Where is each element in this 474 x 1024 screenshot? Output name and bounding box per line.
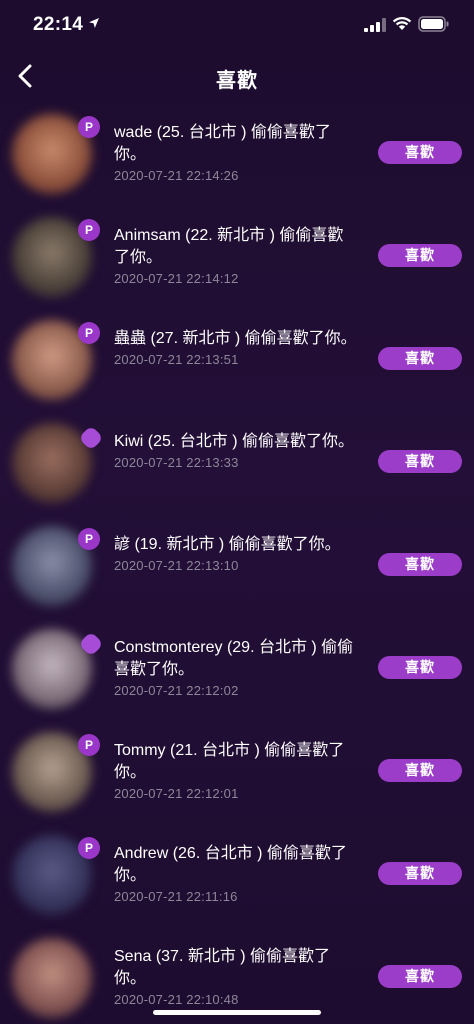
like-message: 蟲蟲 (27. 新北市 ) 偷偷喜歡了你。 bbox=[114, 330, 357, 347]
avatar[interactable] bbox=[12, 629, 92, 709]
like-message: 諺 (19. 新北市 ) 偷偷喜歡了你。 bbox=[114, 536, 341, 553]
navigation-bar: 喜歡 bbox=[0, 50, 474, 102]
vip-badge: P bbox=[78, 837, 100, 859]
vip-badge: P bbox=[78, 528, 100, 550]
like-back-button[interactable]: 喜歡 bbox=[378, 759, 462, 782]
like-timestamp: 2020-07-21 22:13:33 bbox=[114, 455, 239, 470]
like-timestamp: 2020-07-21 22:14:12 bbox=[114, 271, 239, 286]
like-back-button[interactable]: 喜歡 bbox=[378, 656, 462, 679]
list-item: P 蟲蟲 (27. 新北市 ) 偷偷喜歡了你。 2020-07-21 22:13… bbox=[0, 308, 474, 411]
like-back-button[interactable]: 喜歡 bbox=[378, 965, 462, 988]
like-back-button[interactable]: 喜歡 bbox=[378, 347, 462, 370]
battery-icon bbox=[418, 16, 449, 32]
list-item: P Tommy (21. 台北市 ) 偷偷喜歡了你。 2020-07-21 22… bbox=[0, 720, 474, 823]
list-item: P Andrew (26. 台北市 ) 偷偷喜歡了你。 2020-07-21 2… bbox=[0, 823, 474, 926]
like-message: Constmonterey (29. 台北市 ) 偷偷喜歡了你。 bbox=[114, 639, 354, 678]
vip-badge: P bbox=[78, 116, 100, 138]
like-message: Tommy (21. 台北市 ) 偷偷喜歡了你。 bbox=[114, 742, 345, 781]
list-item: P 諺 (19. 新北市 ) 偷偷喜歡了你。 2020-07-21 22:13:… bbox=[0, 514, 474, 617]
cellular-signal-icon bbox=[364, 18, 386, 32]
vip-badge: P bbox=[78, 322, 100, 344]
like-timestamp: 2020-07-21 22:14:26 bbox=[114, 168, 239, 183]
like-timestamp: 2020-07-21 22:11:16 bbox=[114, 889, 238, 904]
like-back-button[interactable]: 喜歡 bbox=[378, 553, 462, 576]
list-item: Kiwi (25. 台北市 ) 偷偷喜歡了你。 2020-07-21 22:13… bbox=[0, 411, 474, 514]
likes-list: P wade (25. 台北市 ) 偷偷喜歡了你。 2020-07-21 22:… bbox=[0, 102, 474, 1024]
vip-badge: P bbox=[78, 734, 100, 756]
like-message: Kiwi (25. 台北市 ) 偷偷喜歡了你。 bbox=[114, 433, 355, 450]
like-message: Animsam (22. 新北市 ) 偷偷喜歡了你。 bbox=[114, 227, 344, 266]
likes-screen: 22:14 喜歡 P wade (25. 台北市) 偷偷喜歡了你。 2020-… bbox=[0, 0, 474, 1024]
like-back-button[interactable]: 喜歡 bbox=[378, 141, 462, 164]
status-time: 22:14 bbox=[33, 14, 84, 35]
location-arrow-icon bbox=[89, 18, 99, 28]
status-bar: 22:14 bbox=[0, 0, 474, 50]
like-back-button[interactable]: 喜歡 bbox=[378, 862, 462, 885]
page-title: 喜歡 bbox=[216, 70, 258, 92]
like-timestamp: 2020-07-21 22:13:51 bbox=[114, 352, 239, 367]
like-message: wade (25. 台北市 ) 偷偷喜歡了你。 bbox=[114, 124, 331, 163]
like-back-button[interactable]: 喜歡 bbox=[378, 244, 462, 267]
vip-badge: P bbox=[78, 219, 100, 241]
like-timestamp: 2020-07-21 22:13:10 bbox=[114, 558, 239, 573]
like-timestamp: 2020-07-21 22:12:02 bbox=[114, 683, 239, 698]
avatar[interactable] bbox=[12, 423, 92, 503]
avatar[interactable] bbox=[12, 938, 92, 1018]
like-message: Andrew (26. 台北市 ) 偷偷喜歡了你。 bbox=[114, 845, 347, 884]
home-indicator[interactable] bbox=[153, 1010, 321, 1015]
like-timestamp: 2020-07-21 22:12:01 bbox=[114, 786, 239, 801]
list-item: P Animsam (22. 新北市 ) 偷偷喜歡了你。 2020-07-21 … bbox=[0, 205, 474, 308]
like-timestamp: 2020-07-21 22:10:48 bbox=[114, 992, 239, 1007]
list-item: Constmonterey (29. 台北市 ) 偷偷喜歡了你。 2020-07… bbox=[0, 617, 474, 720]
list-item: P wade (25. 台北市 ) 偷偷喜歡了你。 2020-07-21 22:… bbox=[0, 102, 474, 205]
like-back-button[interactable]: 喜歡 bbox=[378, 450, 462, 473]
wifi-icon bbox=[392, 16, 412, 30]
like-message: Sena (37. 新北市 ) 偷偷喜歡了你。 bbox=[114, 948, 331, 987]
